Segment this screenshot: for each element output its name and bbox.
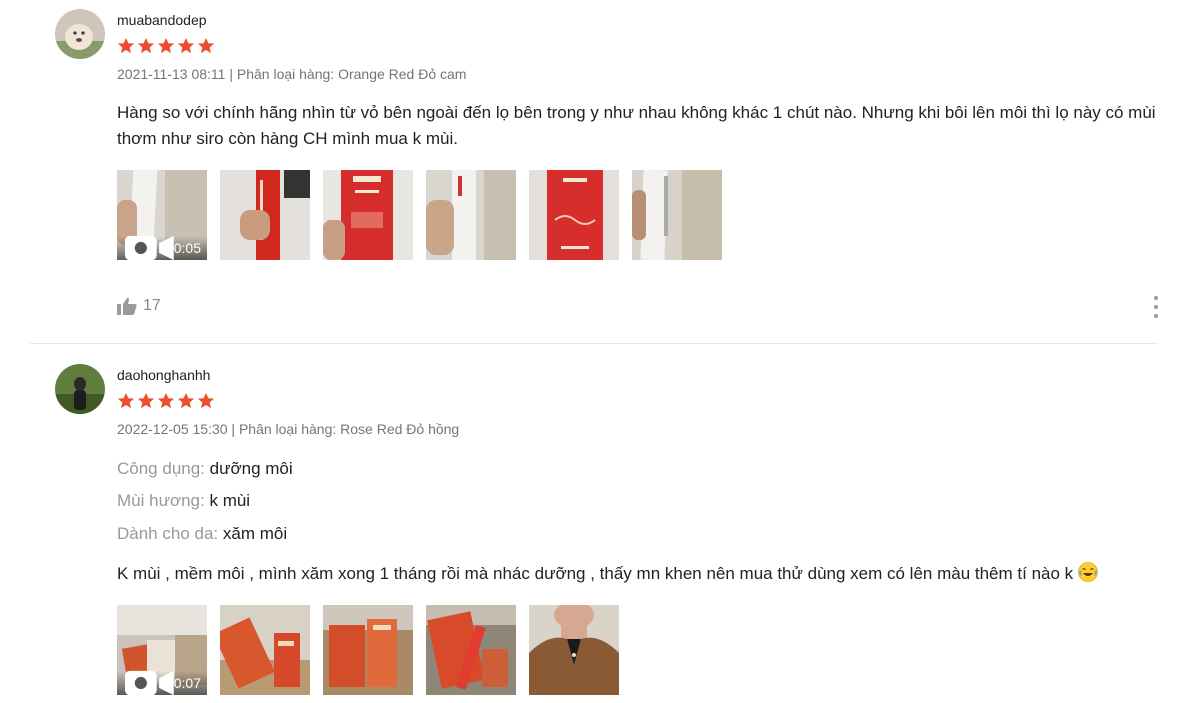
attribute-value: xăm môi	[222, 524, 288, 543]
star-icon	[157, 392, 175, 409]
review-image-thumbnail[interactable]	[529, 605, 619, 695]
attribute-usage: Công dụng: dưỡng môi	[117, 459, 293, 479]
more-options-icon[interactable]	[1152, 296, 1160, 318]
media-gallery: 0:05	[117, 170, 722, 260]
video-camera-icon	[125, 235, 174, 260]
laughing-emoji-icon	[1077, 562, 1098, 582]
star-icon	[157, 37, 175, 54]
star-icon	[137, 37, 155, 54]
star-icon	[197, 392, 215, 409]
attribute-value: dưỡng môi	[209, 459, 293, 478]
attribute-value: k mùi	[209, 491, 251, 510]
review-image-thumbnail[interactable]	[529, 170, 619, 260]
review-image-thumbnail[interactable]	[323, 605, 413, 695]
star-rating	[117, 37, 215, 55]
star-icon	[177, 37, 195, 54]
attribute-scent: Mùi hương: k mùi	[117, 491, 250, 511]
media-gallery: 0:07	[117, 605, 619, 695]
review-video-thumbnail[interactable]: 0:05	[117, 170, 207, 260]
username[interactable]: muabandodep	[117, 12, 207, 28]
attribute-label: Dành cho da:	[117, 524, 219, 543]
star-rating	[117, 392, 215, 410]
menu-dot	[1154, 305, 1158, 309]
like-button[interactable]: 17	[117, 297, 161, 315]
review-video-thumbnail[interactable]: 0:07	[117, 605, 207, 695]
username[interactable]: daohonghanhh	[117, 367, 210, 383]
review-image-thumbnail[interactable]	[426, 605, 516, 695]
menu-dot	[1154, 314, 1158, 318]
review-meta: 2022-12-05 15:30 | Phân loại hàng: Rose …	[117, 421, 460, 437]
video-camera-icon	[125, 670, 174, 695]
attribute-skin-type: Dành cho da: xăm môi	[117, 524, 287, 544]
review-content: K mùi , mềm môi , mình xăm xong 1 tháng …	[117, 564, 1074, 583]
attribute-label: Công dụng:	[117, 459, 205, 478]
menu-dot	[1154, 296, 1158, 300]
review-image-thumbnail[interactable]	[632, 170, 722, 260]
video-duration: 0:07	[173, 675, 201, 691]
like-count: 17	[143, 297, 161, 314]
attribute-label: Mùi hương:	[117, 491, 205, 510]
star-icon	[117, 392, 135, 409]
review-content-block: K mùi , mềm môi , mình xăm xong 1 tháng …	[117, 561, 1162, 587]
review-divider	[30, 343, 1158, 344]
review-image-thumbnail[interactable]	[220, 605, 310, 695]
star-icon	[177, 392, 195, 409]
review-image-thumbnail[interactable]	[426, 170, 516, 260]
review-content: Hàng so với chính hãng nhìn từ vỏ bên ng…	[117, 103, 1156, 148]
star-icon	[117, 37, 135, 54]
video-duration: 0:05	[173, 240, 201, 256]
thumbs-up-icon	[117, 297, 137, 315]
video-overlay: 0:05	[117, 235, 207, 260]
avatar[interactable]	[55, 9, 105, 59]
star-icon	[197, 37, 215, 54]
star-icon	[137, 392, 155, 409]
video-overlay: 0:07	[117, 670, 207, 695]
review-meta: 2021-11-13 08:11 | Phân loại hàng: Orang…	[117, 66, 467, 82]
review-image-thumbnail[interactable]	[220, 170, 310, 260]
review-image-thumbnail[interactable]	[323, 170, 413, 260]
avatar[interactable]	[55, 364, 105, 414]
